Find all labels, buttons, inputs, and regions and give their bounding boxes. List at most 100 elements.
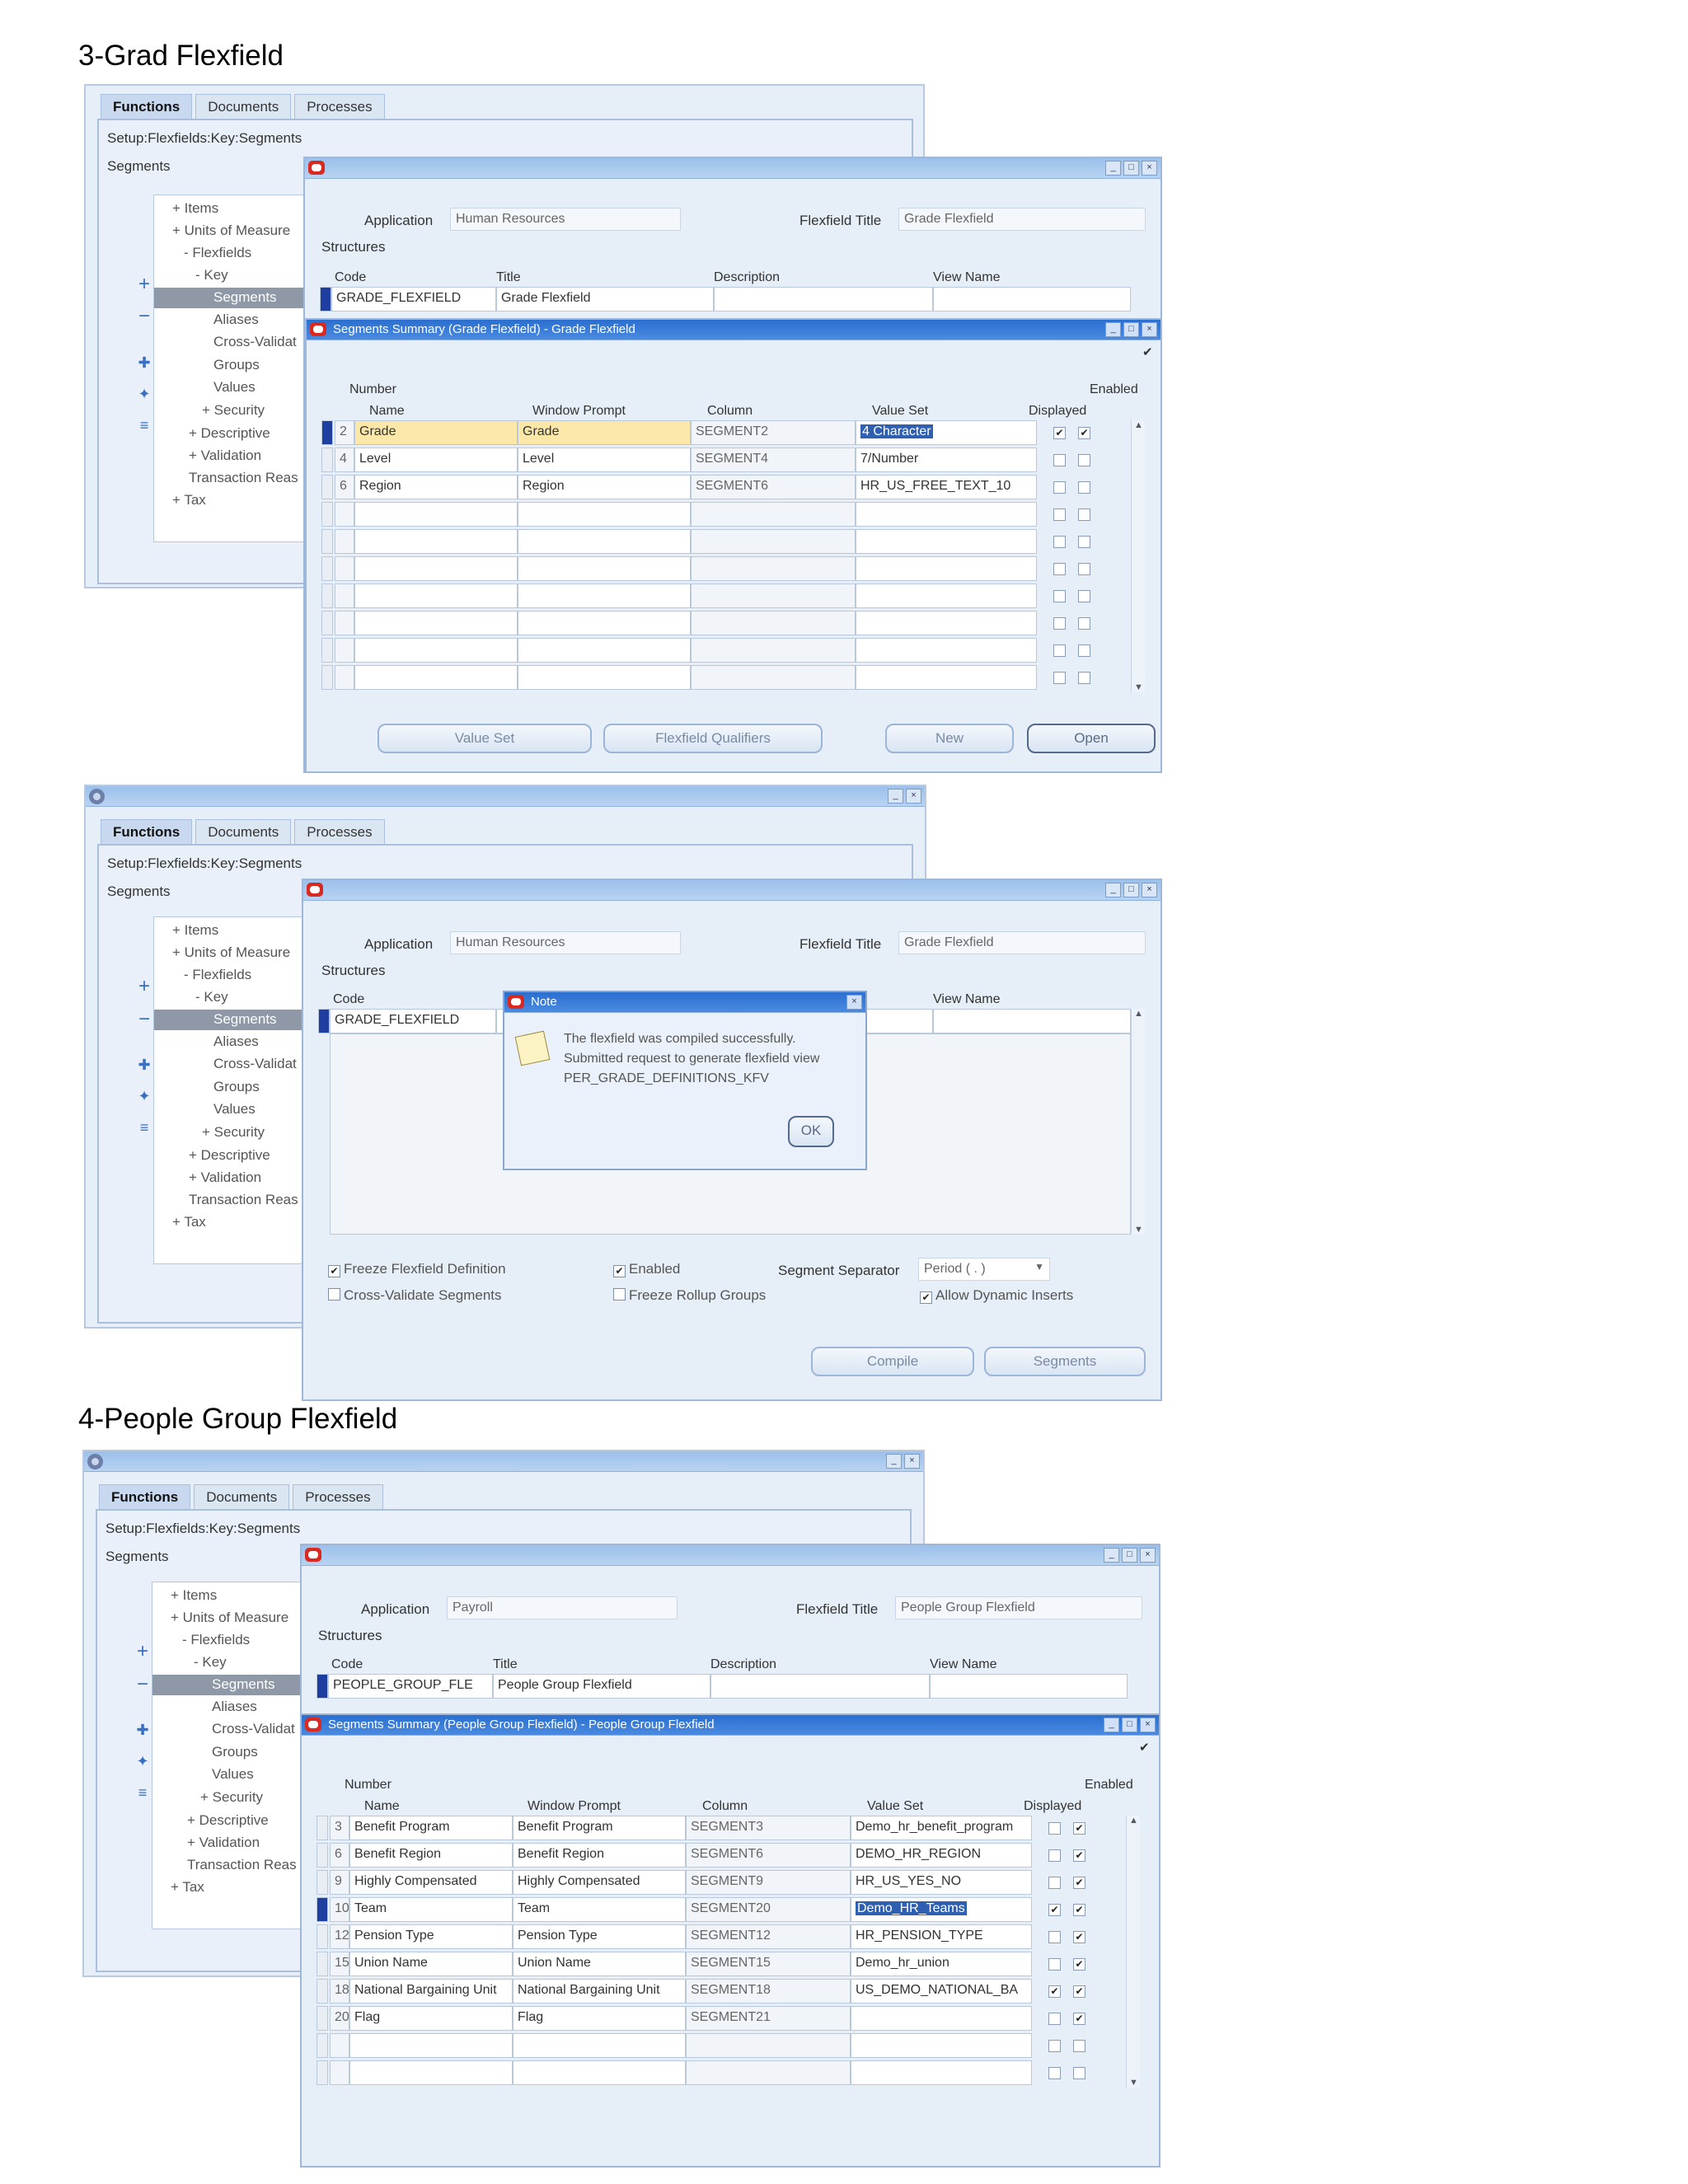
segment-prompt-cell[interactable]	[518, 611, 691, 635]
tree-node[interactable]: Groups	[213, 1079, 260, 1095]
segment-enabled-checkbox[interactable]	[1078, 481, 1090, 494]
close-icon[interactable]: ×	[1140, 1548, 1156, 1563]
tree-node[interactable]: + Tax	[172, 492, 206, 509]
tab-functions[interactable]: Functions	[101, 94, 193, 120]
segment-enabled-checkbox[interactable]: ✔	[1073, 1985, 1085, 1998]
minimize-icon[interactable]: _	[1104, 1718, 1119, 1732]
tree-node[interactable]: + Validation	[189, 1169, 261, 1186]
segment-enabled-checkbox[interactable]: ✔	[1073, 1904, 1085, 1916]
segment-prompt-cell[interactable]	[518, 556, 691, 581]
segment-column-cell[interactable]: SEGMENT12	[686, 1924, 851, 1949]
segment-name-cell[interactable]	[354, 638, 518, 663]
segment-enabled-checkbox[interactable]: ✔	[1073, 1958, 1085, 1971]
flexfield-title-field[interactable]: People Group Flexfield	[895, 1596, 1142, 1619]
segment-prompt-cell[interactable]: Benefit Region	[513, 1843, 686, 1868]
segment-name-cell[interactable]	[354, 583, 518, 608]
structure-description-cell[interactable]	[710, 1674, 930, 1699]
structure-view-name-cell[interactable]	[930, 1674, 1128, 1699]
tree-node[interactable]: + Descriptive	[189, 425, 270, 442]
row-marker[interactable]	[316, 2006, 328, 2031]
segment-prompt-cell[interactable]: Level	[518, 448, 691, 472]
segment-displayed-checkbox[interactable]	[1048, 2067, 1061, 2079]
tree-node[interactable]: + Validation	[187, 1835, 260, 1851]
tree-node[interactable]: Transaction Reas	[189, 470, 298, 486]
new-button[interactable]: New	[885, 724, 1014, 753]
structure-title-cell[interactable]: People Group Flexfield	[493, 1674, 710, 1699]
row-marker[interactable]	[316, 1897, 328, 1922]
segment-column-cell[interactable]	[691, 556, 856, 581]
segment-value-set-cell[interactable]: HR_PENSION_TYPE	[851, 1924, 1032, 1949]
segment-prompt-cell[interactable]: National Bargaining Unit	[513, 1979, 686, 2004]
segment-enabled-checkbox[interactable]	[1073, 2040, 1085, 2052]
segment-number-cell[interactable]: 2	[335, 420, 354, 445]
tree-node[interactable]: + Tax	[171, 1879, 204, 1896]
tree-node[interactable]: - Key	[195, 989, 228, 1005]
tab-functions[interactable]: Functions	[99, 1484, 191, 1510]
tree-node[interactable]: + Units of Measure	[171, 1610, 288, 1626]
segment-column-cell[interactable]: SEGMENT21	[686, 2006, 851, 2031]
segment-value-set-cell[interactable]	[856, 638, 1037, 663]
segment-value-set-cell[interactable]	[856, 502, 1037, 527]
segment-number-cell[interactable]	[330, 2060, 349, 2085]
segment-value-set-cell[interactable]: Demo_hr_union	[851, 1952, 1032, 1976]
segment-name-cell[interactable]: Level	[354, 448, 518, 472]
segment-displayed-checkbox[interactable]	[1048, 1877, 1061, 1889]
segment-name-cell[interactable]: Team	[349, 1897, 513, 1922]
tab-documents[interactable]: Documents	[194, 1484, 290, 1510]
segment-column-cell[interactable]: SEGMENT4	[691, 448, 856, 472]
application-field[interactable]: Human Resources	[450, 931, 681, 954]
tab-processes[interactable]: Processes	[294, 819, 385, 845]
tree-node[interactable]: + Items	[172, 200, 218, 217]
tree-node[interactable]: + Descriptive	[187, 1812, 269, 1829]
segment-name-cell[interactable]	[354, 611, 518, 635]
row-marker[interactable]	[321, 665, 333, 690]
segment-value-set-cell[interactable]: HR_US_FREE_TEXT_10	[856, 475, 1037, 499]
tree-node[interactable]: Aliases	[213, 1033, 259, 1050]
segment-prompt-cell[interactable]: Pension Type	[513, 1924, 686, 1949]
tree-node[interactable]: + Security	[200, 1789, 263, 1806]
segment-prompt-cell[interactable]	[513, 2033, 686, 2058]
compile-button[interactable]: Compile	[811, 1347, 974, 1376]
segment-enabled-checkbox[interactable]	[1078, 563, 1090, 575]
segment-name-cell[interactable]	[349, 2033, 513, 2058]
application-field[interactable]: Payroll	[447, 1596, 678, 1619]
segment-displayed-checkbox[interactable]: ✔	[1048, 1985, 1061, 1998]
segment-name-cell[interactable]: National Bargaining Unit	[349, 1979, 513, 2004]
row-marker[interactable]	[316, 1979, 328, 2004]
segment-prompt-cell[interactable]	[518, 638, 691, 663]
segment-number-cell[interactable]	[330, 2033, 349, 2058]
segment-number-cell[interactable]: 6	[335, 475, 354, 499]
tree-node[interactable]: - Flexfields	[182, 1632, 250, 1648]
segment-column-cell[interactable]	[691, 502, 856, 527]
tab-functions[interactable]: Functions	[101, 819, 193, 845]
segment-name-cell[interactable]	[354, 665, 518, 690]
segment-prompt-cell[interactable]	[518, 502, 691, 527]
row-marker[interactable]	[316, 1843, 328, 1868]
segment-column-cell[interactable]	[691, 583, 856, 608]
segment-name-cell[interactable]	[349, 2060, 513, 2085]
segment-name-cell[interactable]	[354, 556, 518, 581]
segment-displayed-checkbox[interactable]	[1053, 509, 1066, 521]
segment-displayed-checkbox[interactable]	[1053, 563, 1066, 575]
tree-node[interactable]: + Items	[172, 922, 218, 939]
segment-name-cell[interactable]: Highly Compensated	[349, 1870, 513, 1895]
segment-prompt-cell[interactable]	[518, 583, 691, 608]
segment-number-cell[interactable]	[335, 611, 354, 635]
segment-value-set-cell[interactable]: HR_US_YES_NO	[851, 1870, 1032, 1895]
segment-name-cell[interactable]: Pension Type	[349, 1924, 513, 1949]
segment-displayed-checkbox[interactable]	[1053, 536, 1066, 548]
structure-view-name-cell[interactable]	[933, 287, 1131, 312]
segment-name-cell[interactable]: Benefit Program	[349, 1816, 513, 1840]
segment-name-cell[interactable]: Benefit Region	[349, 1843, 513, 1868]
segment-value-set-cell[interactable]: US_DEMO_NATIONAL_BA	[851, 1979, 1032, 2004]
tree-node[interactable]: - Flexfields	[184, 967, 251, 983]
freeze-definition-checkbox[interactable]: ✔ Freeze Flexfield Definition	[328, 1261, 506, 1277]
segment-enabled-checkbox[interactable]	[1078, 509, 1090, 521]
segment-prompt-cell[interactable]: Union Name	[513, 1952, 686, 1976]
segment-separator-select[interactable]: Period ( . ) ▼	[918, 1258, 1050, 1281]
row-marker[interactable]	[316, 1924, 328, 1949]
segment-value-set-cell[interactable]: Demo_hr_benefit_program	[851, 1816, 1032, 1840]
row-marker[interactable]	[316, 1870, 328, 1895]
segment-displayed-checkbox[interactable]	[1053, 617, 1066, 630]
segment-number-cell[interactable]: 15	[330, 1952, 349, 1976]
